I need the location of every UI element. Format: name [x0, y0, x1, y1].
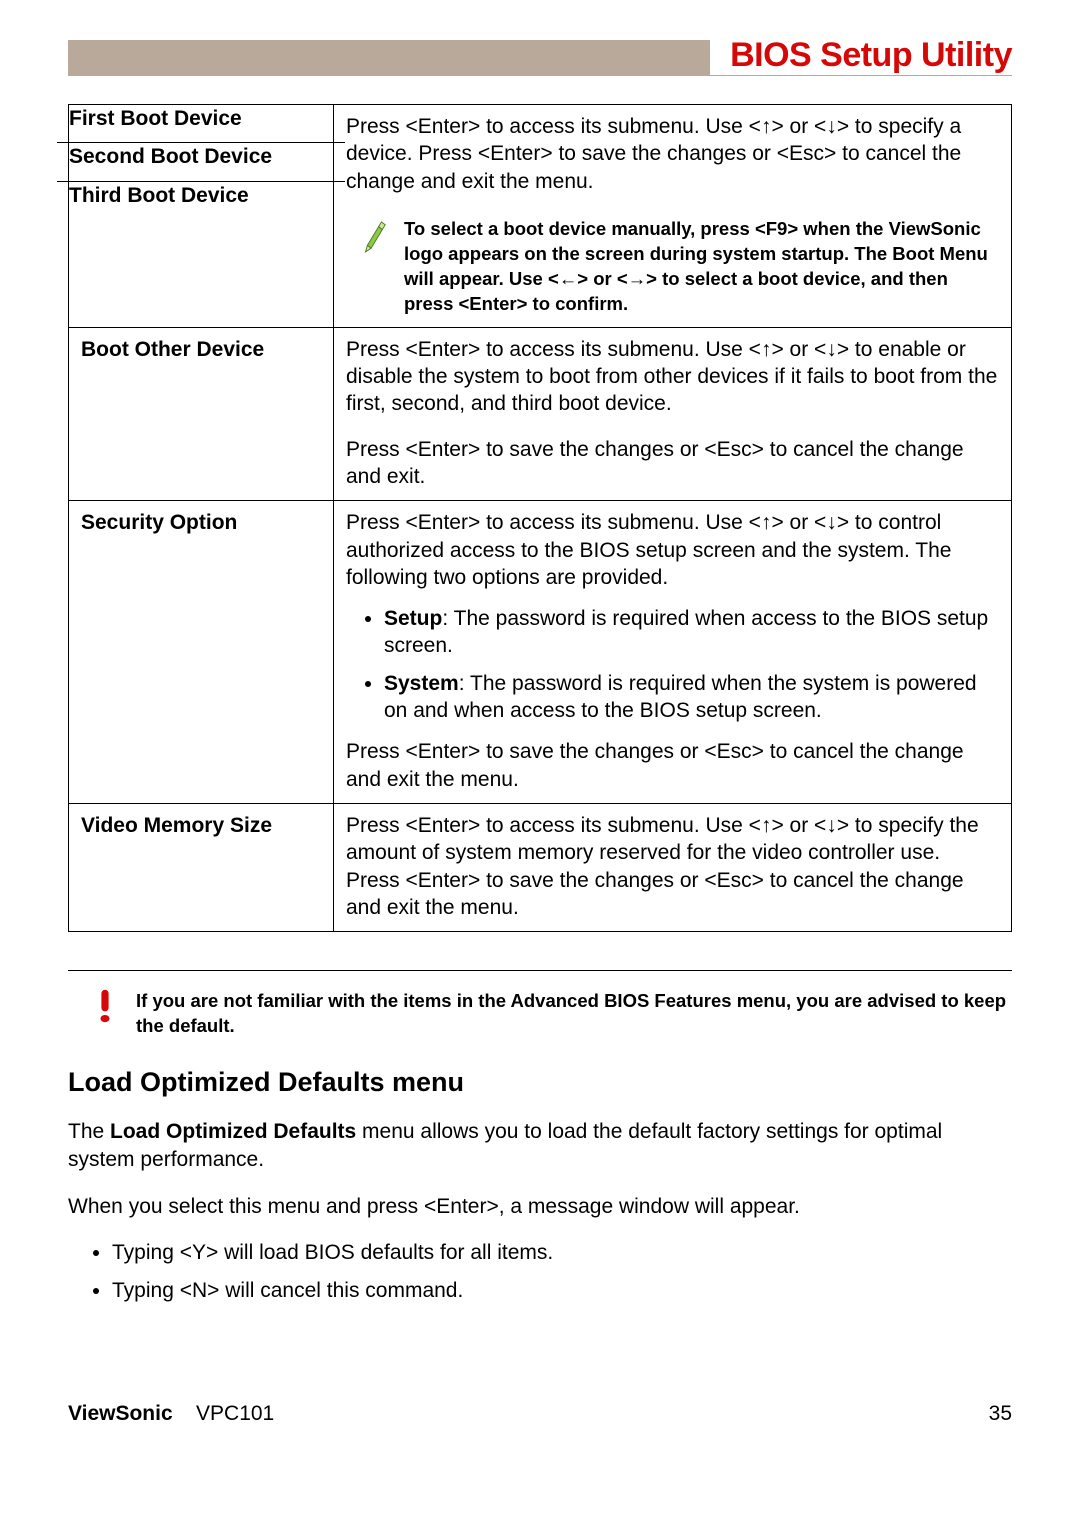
header-bar: BIOS Setup Utility — [68, 40, 1012, 76]
list-item: System: The password is required when th… — [384, 670, 999, 725]
body-paragraph: When you select this menu and press <Ent… — [68, 1193, 1012, 1221]
description-text: Press <Enter> to save the changes or <Es… — [346, 436, 999, 491]
warning-note: If you are not familiar with the items i… — [68, 989, 1012, 1039]
option-description: Press <Enter> to access its submenu. Use… — [334, 105, 1012, 328]
body-paragraph: The Load Optimized Defaults menu allows … — [68, 1118, 1012, 1175]
divider — [68, 970, 1012, 971]
tip-note: To select a boot device manually, press … — [346, 217, 999, 317]
list-item: Setup: The password is required when acc… — [384, 605, 999, 660]
description-text: Press <Enter> to access its submenu. Use… — [346, 336, 999, 418]
page-footer: ViewSonic VPC101 35 — [68, 1402, 1012, 1426]
option-label: Security Option — [69, 501, 334, 804]
pencil-icon — [356, 219, 390, 253]
option-list: Setup: The password is required when acc… — [346, 605, 999, 724]
page-title: BIOS Setup Utility — [710, 36, 1012, 75]
option-label: Third Boot Device — [57, 174, 345, 219]
option-label: Boot Other Device — [69, 327, 334, 500]
footer-left: ViewSonic VPC101 — [68, 1402, 274, 1426]
list-item: Typing <N> will cancel this command. — [112, 1277, 1012, 1305]
tip-text: To select a boot device manually, press … — [404, 217, 999, 317]
description-text: Press <Enter> to access its submenu. Use… — [346, 812, 999, 921]
page: BIOS Setup Utility First Boot Device Sec… — [0, 0, 1080, 1466]
option-label: Video Memory Size — [69, 803, 334, 931]
brand-name: ViewSonic — [68, 1402, 173, 1425]
description-text: Press <Enter> to save the changes or <Es… — [346, 738, 999, 793]
section-heading: Load Optimized Defaults menu — [68, 1067, 1012, 1098]
page-number: 35 — [989, 1402, 1012, 1426]
option-description: Press <Enter> to access its submenu. Use… — [334, 327, 1012, 500]
table-row: Boot Other Device Press <Enter> to acces… — [69, 327, 1012, 500]
list-item: Typing <Y> will load BIOS defaults for a… — [112, 1239, 1012, 1267]
description-text: Press <Enter> to access its submenu. Use… — [346, 509, 999, 591]
exclamation-icon — [90, 987, 120, 1025]
warning-text: If you are not familiar with the items i… — [136, 989, 1012, 1039]
description-text: Press <Enter> to access its submenu. Use… — [346, 113, 999, 195]
option-description: Press <Enter> to access its submenu. Use… — [334, 803, 1012, 931]
table-row: Security Option Press <Enter> to access … — [69, 501, 1012, 804]
body-list: Typing <Y> will load BIOS defaults for a… — [68, 1239, 1012, 1306]
model-name: VPC101 — [196, 1402, 274, 1425]
table-row: Video Memory Size Press <Enter> to acces… — [69, 803, 1012, 931]
bios-options-table: First Boot Device Second Boot Device Thi… — [68, 104, 1012, 932]
table-row: First Boot Device Second Boot Device Thi… — [69, 105, 1012, 328]
option-description: Press <Enter> to access its submenu. Use… — [334, 501, 1012, 804]
